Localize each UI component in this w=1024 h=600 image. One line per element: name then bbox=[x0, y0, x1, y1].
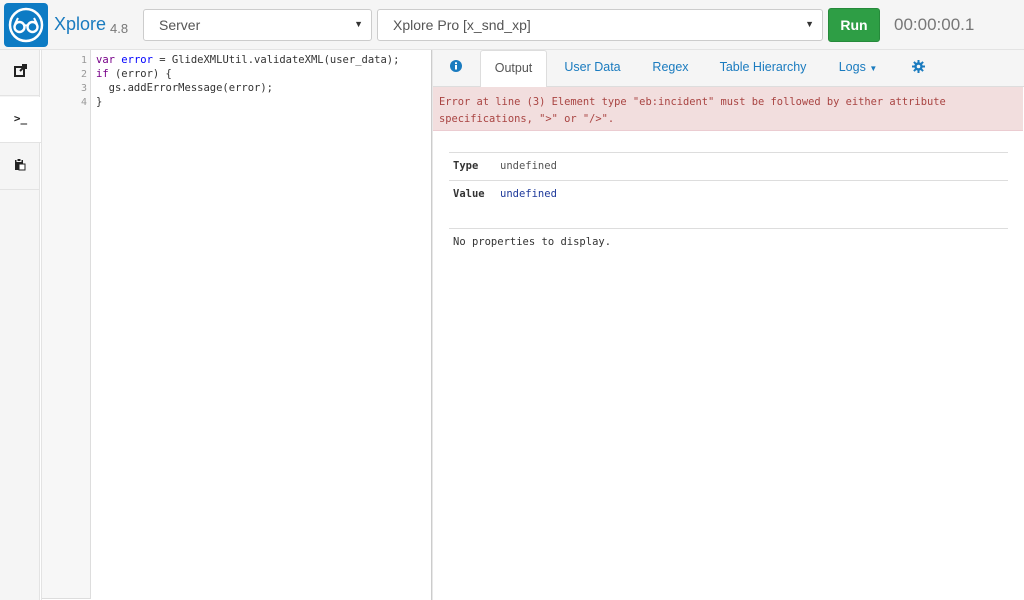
line-number: 3 bbox=[80, 83, 87, 94]
script-editor[interactable]: 1 2 3 4 var error = GlideXMLUtil.validat… bbox=[41, 50, 432, 600]
error-message-line: Error at line (3) Element type "eb:incid… bbox=[439, 96, 946, 108]
left-rail: >_ bbox=[0, 50, 41, 600]
line-number: 4 bbox=[80, 97, 87, 108]
rail-item-script[interactable]: >_ bbox=[0, 97, 41, 143]
tab-table-hierarchy[interactable]: Table Hierarchy bbox=[713, 50, 813, 87]
line-number: 1 bbox=[80, 55, 87, 66]
server-select-value: Server bbox=[159, 17, 201, 33]
glasses-icon bbox=[8, 7, 44, 43]
caret-down-icon: ▼ bbox=[869, 64, 878, 73]
server-select[interactable]: Server ▼ bbox=[143, 9, 372, 41]
code-line: if (error) { bbox=[96, 68, 172, 80]
code-line: var error = GlideXMLUtil.validateXML(use… bbox=[96, 54, 400, 66]
chevron-down-icon: ▼ bbox=[354, 19, 363, 29]
app-version: 4.8 bbox=[110, 21, 129, 36]
chevron-down-icon: ▼ bbox=[805, 19, 814, 29]
scope-select[interactable]: Xplore Pro [x_snd_xp] ▼ bbox=[377, 9, 823, 41]
value-value: undefined bbox=[500, 188, 557, 200]
code-line: gs.addErrorMessage(error); bbox=[96, 82, 274, 94]
info-circle-icon bbox=[449, 60, 462, 72]
output-pane: Output User Data Regex Table Hierarchy L… bbox=[433, 50, 1024, 600]
error-message-line: specifications, ">" or "/>". bbox=[439, 113, 615, 125]
result-properties: Type undefined Value undefined bbox=[449, 152, 1008, 208]
rail-item-open-external[interactable] bbox=[0, 50, 40, 96]
scope-select-value: Xplore Pro [x_snd_xp] bbox=[393, 17, 531, 33]
output-tabs: Output User Data Regex Table Hierarchy L… bbox=[433, 50, 1024, 88]
tab-logs-label: Logs bbox=[838, 60, 866, 74]
tab-user-data[interactable]: User Data bbox=[555, 50, 630, 87]
terminal-prompt-icon: >_ bbox=[13, 112, 28, 125]
line-number: 2 bbox=[80, 69, 87, 80]
tab-settings[interactable] bbox=[905, 50, 931, 87]
tab-info[interactable] bbox=[443, 50, 468, 87]
value-row: Value undefined bbox=[449, 180, 1008, 208]
gear-icon bbox=[911, 60, 925, 73]
execution-timer: 00:00:00.1 bbox=[894, 15, 975, 34]
line-gutter: 1 2 3 4 bbox=[42, 50, 91, 599]
xplore-logo bbox=[4, 3, 48, 47]
top-toolbar: Xplore 4.8 Server ▼ Xplore Pro [x_snd_xp… bbox=[0, 0, 1024, 50]
type-label: Type bbox=[453, 160, 479, 172]
run-button[interactable]: Run bbox=[828, 8, 880, 42]
no-properties-message: No properties to display. bbox=[453, 236, 612, 248]
rail-item-paste[interactable] bbox=[0, 144, 40, 190]
divider bbox=[449, 228, 1008, 229]
tab-output[interactable]: Output bbox=[480, 50, 547, 88]
clipboard-icon bbox=[15, 158, 26, 171]
tab-logs[interactable]: Logs ▼ bbox=[828, 50, 888, 87]
type-value: undefined bbox=[500, 160, 557, 172]
app-title: Xplore bbox=[54, 14, 107, 34]
type-row: Type undefined bbox=[449, 152, 1008, 180]
external-link-icon bbox=[13, 64, 27, 77]
tab-regex[interactable]: Regex bbox=[643, 50, 698, 87]
value-label: Value bbox=[453, 188, 485, 200]
code-line: } bbox=[96, 96, 103, 108]
error-alert: Error at line (3) Element type "eb:incid… bbox=[433, 87, 1023, 131]
